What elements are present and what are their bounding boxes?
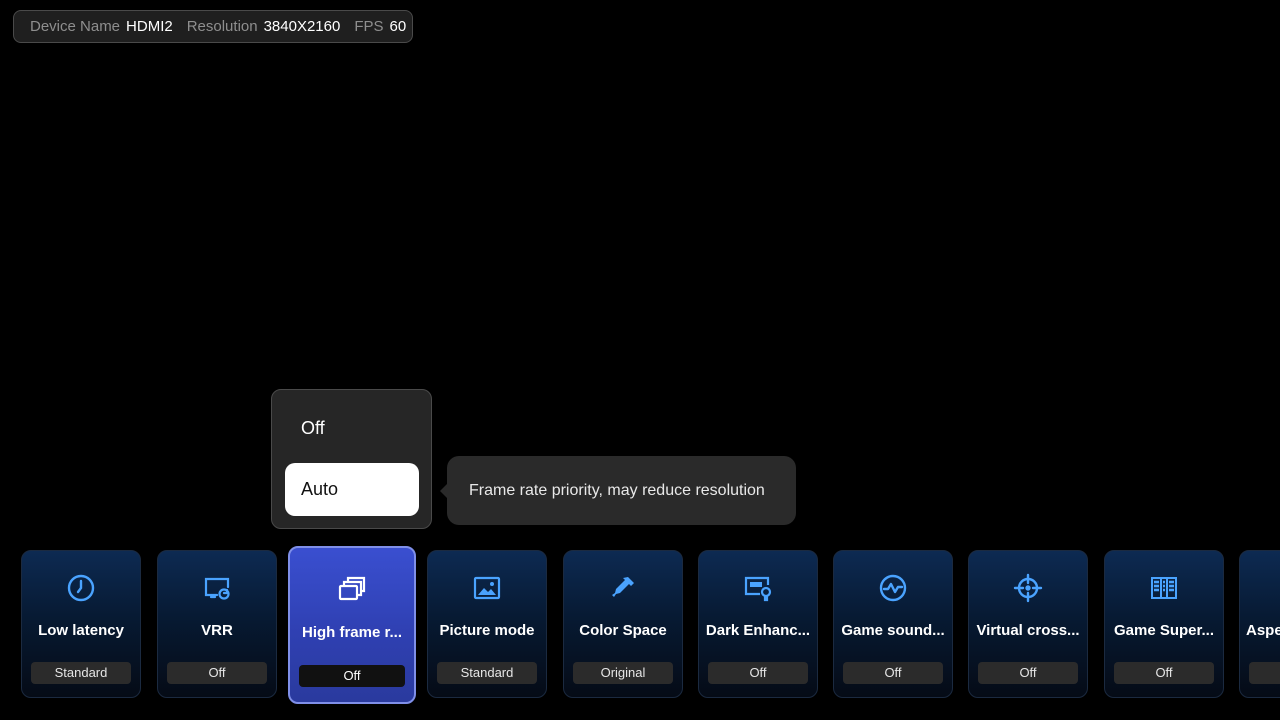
monitor-bulb-icon bbox=[699, 573, 817, 603]
tile-value: Off bbox=[299, 665, 405, 687]
tile-label: Picture mode bbox=[439, 622, 535, 639]
tile-label: Game Super... bbox=[1113, 622, 1215, 639]
tile-dark-enhancement[interactable]: Dark Enhanc... Off bbox=[698, 550, 818, 698]
tile-label: VRR bbox=[201, 622, 233, 639]
tile-low-latency[interactable]: Low latency Standard bbox=[21, 550, 141, 698]
tile-value: Off bbox=[1114, 662, 1214, 684]
aspect-icon bbox=[1240, 573, 1280, 603]
tile-color-space[interactable]: Color Space Original bbox=[563, 550, 683, 698]
tile-game-super-resolution[interactable]: Game Super... Off bbox=[1104, 550, 1224, 698]
eyedropper-icon bbox=[564, 573, 682, 603]
tile-value: Off bbox=[167, 662, 267, 684]
panel-grid-icon bbox=[1105, 573, 1223, 603]
tile-value: Off bbox=[978, 662, 1078, 684]
crosshair-icon bbox=[969, 573, 1087, 603]
tile-label: Aspe bbox=[1246, 622, 1280, 639]
tile-value: Off bbox=[708, 662, 808, 684]
tile-aspect-ratio[interactable]: Aspe bbox=[1239, 550, 1280, 698]
waveform-circle-icon bbox=[834, 573, 952, 603]
tile-high-frame-rate[interactable]: High frame r... Off bbox=[288, 546, 416, 704]
picture-icon bbox=[428, 573, 546, 603]
tile-value bbox=[1249, 662, 1280, 684]
tile-label: Dark Enhanc... bbox=[705, 622, 811, 639]
tile-value: Off bbox=[843, 662, 943, 684]
tile-label: Game sound... bbox=[841, 622, 945, 639]
tile-label: Virtual cross... bbox=[976, 622, 1080, 639]
tile-value: Standard bbox=[437, 662, 537, 684]
tile-label: Color Space bbox=[579, 622, 667, 639]
game-settings-tile-row: Low latency Standard VRR Off High frame … bbox=[0, 0, 1280, 720]
tile-label: Low latency bbox=[38, 622, 124, 639]
stacked-windows-icon bbox=[290, 574, 414, 604]
tile-game-sound[interactable]: Game sound... Off bbox=[833, 550, 953, 698]
tile-value: Standard bbox=[31, 662, 131, 684]
tile-picture-mode[interactable]: Picture mode Standard bbox=[427, 550, 547, 698]
tile-value: Original bbox=[573, 662, 673, 684]
tile-label: High frame r... bbox=[301, 624, 403, 641]
screen-refresh-icon bbox=[158, 573, 276, 603]
tile-virtual-crosshair[interactable]: Virtual cross... Off bbox=[968, 550, 1088, 698]
clock-icon bbox=[22, 573, 140, 603]
tile-vrr[interactable]: VRR Off bbox=[157, 550, 277, 698]
